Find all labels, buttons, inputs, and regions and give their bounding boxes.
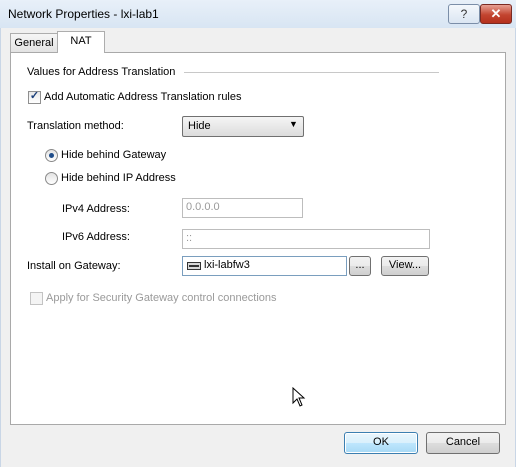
ipv6-value: :: [186, 232, 193, 244]
install-gateway-field[interactable]: lxi-labfw3 [182, 256, 347, 276]
window-title: Network Properties - lxi-lab1 [8, 7, 159, 21]
hide-behind-ip-radio[interactable] [45, 172, 58, 185]
gateway-icon [187, 262, 201, 270]
ipv4-label: IPv4 Address: [62, 203, 130, 215]
security-gateway-checkbox[interactable] [30, 292, 43, 305]
hide-behind-gateway-label[interactable]: Hide behind Gateway [61, 149, 166, 161]
group-title: Values for Address Translation [27, 66, 176, 78]
auto-rules-checkbox[interactable]: ✓ [28, 91, 41, 104]
browse-gateway-button[interactable]: ... [349, 256, 371, 276]
ipv6-label: IPv6 Address: [62, 231, 130, 243]
security-gateway-label: Apply for Security Gateway control conne… [46, 292, 277, 304]
hide-behind-gateway-radio[interactable] [45, 149, 58, 162]
cancel-button[interactable]: Cancel [426, 432, 500, 454]
install-gateway-label: Install on Gateway: [27, 260, 121, 272]
ipv6-field[interactable]: :: [182, 229, 430, 249]
translation-method-label: Translation method: [27, 120, 124, 132]
tab-general[interactable]: General [10, 33, 58, 52]
auto-rules-label[interactable]: Add Automatic Address Translation rules [44, 91, 242, 103]
mouse-pointer-icon [292, 387, 306, 407]
view-gateway-button[interactable]: View... [381, 256, 429, 276]
ok-button[interactable]: OK [344, 432, 418, 454]
install-gateway-value: lxi-labfw3 [204, 259, 250, 271]
dropdown-arrow-icon: ▼ [289, 119, 298, 129]
checkmark-icon: ✓ [29, 90, 40, 102]
translation-method-select[interactable]: Hide ▼ [182, 116, 304, 137]
ipv4-value: 0.0.0.0 [186, 201, 220, 213]
tab-nat[interactable]: NAT [57, 31, 105, 53]
radio-selected-dot [49, 153, 54, 158]
help-button[interactable]: ? [448, 4, 480, 24]
group-divider [184, 72, 439, 73]
ipv4-field[interactable]: 0.0.0.0 [182, 198, 303, 218]
translation-method-value: Hide [188, 120, 211, 132]
hide-behind-ip-label[interactable]: Hide behind IP Address [61, 172, 176, 184]
close-button[interactable]: ✕ [480, 4, 512, 24]
